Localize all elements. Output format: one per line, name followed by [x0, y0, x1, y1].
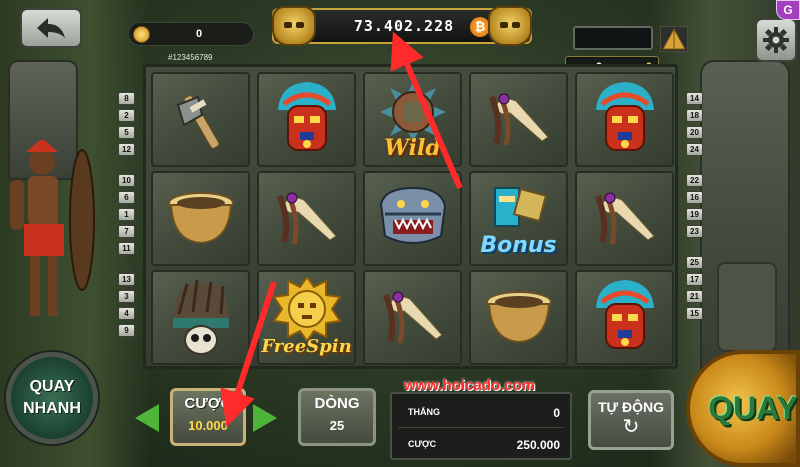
- arrow-to-bet: [220, 281, 277, 428]
- arrow-to-jackpot: [390, 31, 463, 190]
- annotation-arrows: [220, 31, 463, 428]
